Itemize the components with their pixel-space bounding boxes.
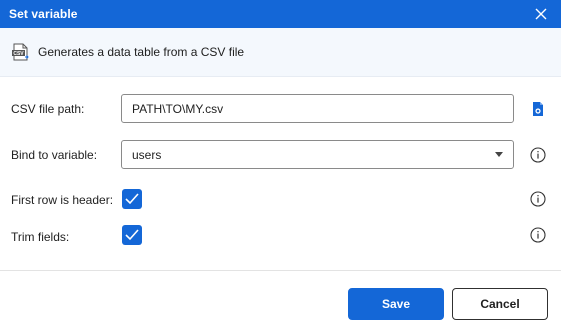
- csv-path-value: PATH\TO\MY.csv: [132, 102, 224, 116]
- set-variable-dialog: Set variable CSV Generates a data table …: [0, 0, 561, 332]
- chevron-down-icon[interactable]: [495, 152, 503, 157]
- csv-file-icon: CSV: [11, 42, 31, 62]
- dialog-title: Set variable: [9, 7, 78, 21]
- bind-variable-label: Bind to variable:: [11, 148, 98, 162]
- trim-fields-label: Trim fields:: [11, 230, 70, 244]
- save-button[interactable]: Save: [348, 288, 444, 320]
- first-row-header-label: First row is header:: [11, 193, 114, 207]
- bind-variable-select[interactable]: users: [121, 140, 514, 169]
- csv-path-input[interactable]: PATH\TO\MY.csv: [121, 94, 514, 123]
- cancel-button[interactable]: Cancel: [452, 288, 548, 320]
- info-icon[interactable]: [529, 226, 547, 244]
- description-band: CSV Generates a data table from a CSV fi…: [0, 28, 561, 77]
- bind-variable-value: users: [132, 148, 162, 162]
- first-row-header-checkbox[interactable]: [122, 189, 142, 209]
- footer-divider: [0, 270, 561, 271]
- info-icon[interactable]: [529, 146, 547, 164]
- dialog-titlebar: Set variable: [0, 0, 561, 28]
- svg-text:CSV: CSV: [13, 51, 24, 57]
- dialog-description: Generates a data table from a CSV file: [38, 45, 245, 59]
- info-icon[interactable]: [529, 190, 547, 208]
- trim-fields-checkbox[interactable]: [122, 225, 142, 245]
- browse-file-icon[interactable]: [529, 100, 547, 118]
- close-icon[interactable]: [531, 4, 551, 24]
- csv-path-label: CSV file path:: [11, 102, 85, 116]
